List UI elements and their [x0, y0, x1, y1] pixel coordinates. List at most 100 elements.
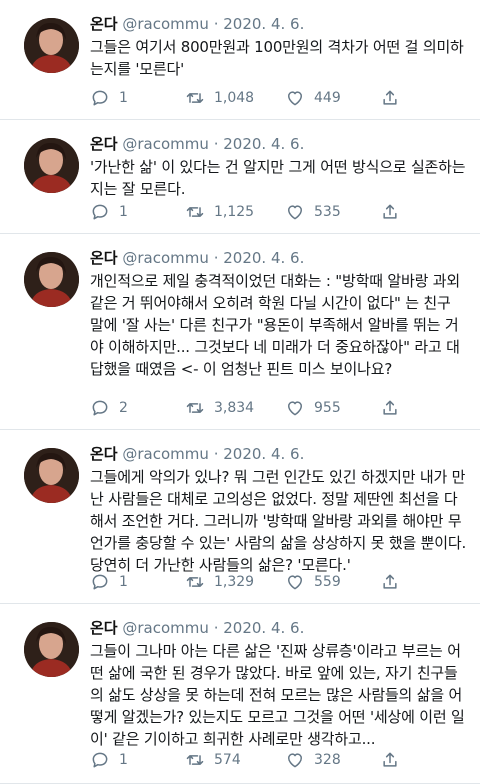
tweet[interactable]: 온다 @racommu · 2020. 4. 6. 그들이 그나마 아는 다른 …: [0, 604, 480, 784]
tweet-actions: 1 574 328: [90, 748, 466, 772]
like-count: 955: [314, 400, 341, 416]
user-handle[interactable]: @racommu: [122, 249, 209, 267]
tweet-date[interactable]: 2020. 4. 6.: [223, 619, 304, 637]
display-name[interactable]: 온다: [90, 249, 118, 267]
retweet-button[interactable]: 1,329: [185, 572, 285, 592]
tweet-text: 그들에게 악의가 있나? 뭐 그런 인간도 있긴 하겠지만 내가 만난 사람들은…: [90, 468, 467, 574]
avatar[interactable]: [24, 622, 79, 677]
tweet-header: 온다 @racommu · 2020. 4. 6.: [90, 14, 466, 34]
tweet-header: 온다 @racommu · 2020. 4. 6.: [90, 618, 466, 638]
retweet-icon: [186, 93, 204, 103]
share-button[interactable]: [380, 572, 400, 592]
reply-icon: [92, 90, 108, 106]
tweet[interactable]: 온다 @racommu · 2020. 4. 6. 개인적으로 제일 충격적이었…: [0, 234, 480, 430]
retweet-button[interactable]: 574: [185, 750, 285, 770]
avatar[interactable]: [24, 448, 79, 503]
share-button[interactable]: [380, 202, 400, 222]
reply-count: 1: [119, 752, 128, 768]
avatar[interactable]: [24, 18, 79, 73]
retweet-count: 3,834: [214, 400, 255, 416]
display-name[interactable]: 온다: [90, 135, 118, 153]
separator: ·: [213, 445, 219, 463]
reply-count: 1: [119, 90, 128, 106]
tweet-header: 온다 @racommu · 2020. 4. 6.: [90, 248, 466, 268]
retweet-count: 1,329: [214, 574, 255, 590]
retweet-count: 1,125: [214, 204, 255, 220]
like-button[interactable]: 328: [285, 750, 380, 770]
display-name[interactable]: 온다: [90, 445, 118, 463]
retweet-icon: [186, 403, 204, 413]
like-count: 449: [314, 90, 341, 106]
retweet-button[interactable]: 3,834: [185, 398, 285, 418]
heart-icon: [288, 91, 302, 106]
share-button[interactable]: [380, 88, 400, 108]
reply-icon: [92, 574, 108, 590]
display-name[interactable]: 온다: [90, 619, 118, 637]
tweet[interactable]: 온다 @racommu · 2020. 4. 6. '가난한 삶' 이 있다는 …: [0, 120, 480, 234]
like-count: 559: [314, 574, 341, 590]
share-icon: [383, 90, 397, 105]
reply-button[interactable]: 1: [90, 202, 185, 222]
share-button[interactable]: [380, 398, 400, 418]
heart-icon: [288, 753, 302, 768]
timeline: 온다 @racommu · 2020. 4. 6. 그들은 여기서 800만원과…: [0, 0, 480, 784]
reply-button[interactable]: 1: [90, 572, 185, 592]
reply-count: 1: [119, 574, 128, 590]
like-button[interactable]: 535: [285, 202, 380, 222]
tweet-date[interactable]: 2020. 4. 6.: [223, 445, 304, 463]
reply-button[interactable]: 2: [90, 398, 185, 418]
tweet[interactable]: 온다 @racommu · 2020. 4. 6. 그들은 여기서 800만원과…: [0, 0, 480, 120]
tweet-date[interactable]: 2020. 4. 6.: [223, 135, 304, 153]
tweet-actions: 1 1,125 535: [90, 200, 466, 224]
heart-icon: [288, 205, 302, 220]
tweet-actions: 1 1,048 449: [90, 86, 466, 110]
reply-button[interactable]: 1: [90, 750, 185, 770]
like-button[interactable]: 449: [285, 88, 380, 108]
reply-count: 2: [119, 400, 128, 416]
share-button[interactable]: [380, 750, 400, 770]
retweet-icon: [186, 755, 204, 765]
user-handle[interactable]: @racommu: [122, 135, 209, 153]
reply-icon: [92, 752, 108, 768]
tweet-actions: 2 3,834 955: [90, 396, 466, 420]
share-icon: [383, 204, 397, 219]
tweet-date[interactable]: 2020. 4. 6.: [223, 15, 304, 33]
user-handle[interactable]: @racommu: [122, 15, 209, 33]
tweet-text: 그들이 그나마 아는 다른 삶은 '진짜 상류층'이라고 부르는 어떤 삶에 국…: [90, 642, 465, 748]
avatar[interactable]: [24, 252, 79, 307]
retweet-icon: [186, 207, 204, 217]
retweet-count: 574: [214, 752, 241, 768]
reply-icon: [92, 204, 108, 220]
user-handle[interactable]: @racommu: [122, 445, 209, 463]
tweet-text: 그들은 여기서 800만원과 100만원의 격차가 어떤 걸 의미하는지를 '모…: [90, 38, 464, 78]
display-name[interactable]: 온다: [90, 15, 118, 33]
reply-count: 1: [119, 204, 128, 220]
retweet-button[interactable]: 1,125: [185, 202, 285, 222]
tweet-date[interactable]: 2020. 4. 6.: [223, 249, 304, 267]
reply-icon: [92, 400, 108, 416]
tweet-header: 온다 @racommu · 2020. 4. 6.: [90, 134, 466, 154]
heart-icon: [288, 401, 302, 416]
like-button[interactable]: 559: [285, 572, 380, 592]
share-icon: [383, 400, 397, 415]
like-button[interactable]: 955: [285, 398, 380, 418]
tweet[interactable]: 온다 @racommu · 2020. 4. 6. 그들에게 악의가 있나? 뭐…: [0, 430, 480, 604]
separator: ·: [213, 619, 219, 637]
separator: ·: [213, 15, 219, 33]
heart-icon: [288, 575, 302, 590]
tweet-header: 온다 @racommu · 2020. 4. 6.: [90, 444, 466, 464]
retweet-count: 1,048: [214, 90, 255, 106]
tweet-text: 개인적으로 제일 충격적이었던 대화는 : "방학때 알바랑 과외 같은 거 뛰…: [90, 272, 460, 378]
retweet-button[interactable]: 1,048: [185, 88, 285, 108]
avatar[interactable]: [24, 138, 79, 193]
share-icon: [383, 752, 397, 767]
user-handle[interactable]: @racommu: [122, 619, 209, 637]
tweet-text: '가난한 삶' 이 있다는 건 알지만 그게 어떤 방식으로 실존하는지는 잘 …: [90, 158, 466, 198]
reply-button[interactable]: 1: [90, 88, 185, 108]
separator: ·: [213, 249, 219, 267]
like-count: 535: [314, 204, 341, 220]
like-count: 328: [314, 752, 341, 768]
share-icon: [383, 574, 397, 589]
separator: ·: [213, 135, 219, 153]
retweet-icon: [186, 577, 204, 587]
